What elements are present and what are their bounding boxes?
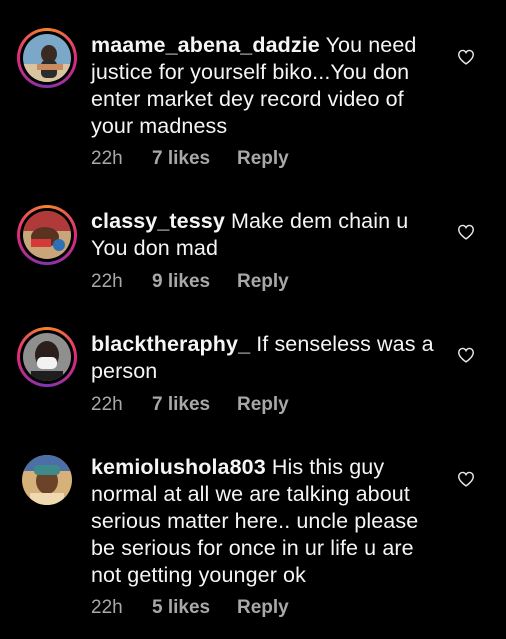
- comment-likes[interactable]: 5 likes: [152, 597, 210, 619]
- comment-username[interactable]: kemiolushola803: [91, 455, 266, 479]
- comment-time: 22h: [91, 271, 123, 292]
- comment-time: 22h: [91, 394, 123, 415]
- avatar[interactable]: [22, 455, 72, 505]
- comment-time: 22h: [91, 597, 123, 618]
- avatar: [23, 333, 71, 381]
- comment-likes[interactable]: 7 likes: [152, 148, 210, 170]
- story-ring[interactable]: [17, 28, 77, 88]
- comment-username[interactable]: maame_abena_dadzie: [91, 33, 320, 57]
- reply-button[interactable]: Reply: [237, 597, 289, 619]
- reply-button[interactable]: Reply: [237, 148, 289, 170]
- heart-outline-icon[interactable]: [457, 347, 475, 363]
- heart-outline-icon[interactable]: [457, 224, 475, 240]
- comment-likes[interactable]: 9 likes: [152, 271, 210, 293]
- comment-body: maame_abena_dadzie You need justice for …: [91, 32, 446, 140]
- comment-body: classy_tessy Make dem chain u You don ma…: [91, 208, 446, 262]
- comment-body: kemiolushola803 His this guy normal at a…: [91, 454, 446, 589]
- heart-outline-icon[interactable]: [457, 471, 475, 487]
- comment-body: blacktheraphy_ If senseless was a person: [91, 331, 446, 385]
- avatar: [23, 34, 71, 82]
- avatar: [23, 211, 71, 259]
- comment-username[interactable]: classy_tessy: [91, 209, 225, 233]
- comment-username[interactable]: blacktheraphy_: [91, 332, 250, 356]
- story-ring[interactable]: [17, 327, 77, 387]
- heart-outline-icon[interactable]: [457, 49, 475, 65]
- comment-time: 22h: [91, 148, 123, 169]
- story-ring[interactable]: [17, 205, 77, 265]
- comment-likes[interactable]: 7 likes: [152, 394, 210, 416]
- reply-button[interactable]: Reply: [237, 271, 289, 293]
- reply-button[interactable]: Reply: [237, 394, 289, 416]
